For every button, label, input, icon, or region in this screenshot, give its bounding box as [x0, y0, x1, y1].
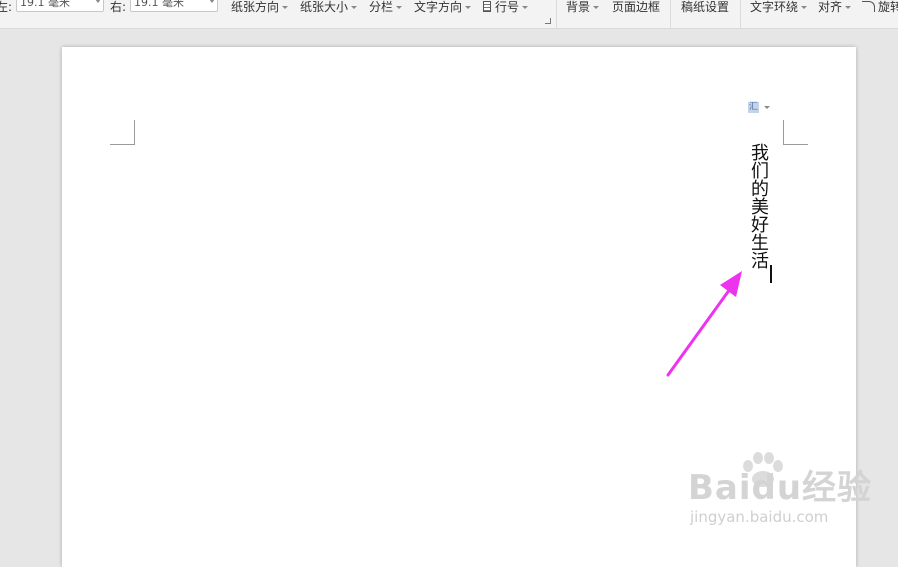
dropdown-caret-icon[interactable] [764, 106, 770, 109]
margin-left-input[interactable]: 19.1 毫米 [16, 0, 104, 12]
text-cursor [770, 265, 772, 283]
annotation-arrow-icon [666, 271, 742, 377]
vertical-text-content[interactable]: 我们的美好生活 [748, 143, 769, 269]
columns-label: 分栏 [369, 0, 394, 14]
dropdown-caret-icon [396, 6, 403, 9]
text-direction-button[interactable]: 文字方向 [414, 0, 472, 14]
page-borders-label: 页面边框 [612, 0, 661, 14]
margin-corner-mark-top-left [110, 120, 135, 145]
columns-button[interactable]: 分栏 [369, 0, 403, 14]
rotate-icon [862, 1, 875, 12]
dropdown-caret-icon [593, 6, 600, 9]
align-label: 对齐 [818, 0, 843, 14]
page-borders-button[interactable]: 页面边框 [612, 0, 660, 14]
toolbar-divider [740, 0, 741, 28]
baidu-jingyan-watermark: Baidu经验 jingyan.baidu.com [688, 452, 871, 532]
margin-right-input[interactable]: 19.1 毫米 [130, 0, 218, 12]
line-numbers-label: 行号 [495, 0, 520, 14]
align-button[interactable]: 对齐 [818, 0, 852, 14]
dropdown-caret-icon [465, 6, 472, 9]
manuscript-settings-button[interactable]: 稿纸设置 [681, 0, 729, 14]
orientation-button[interactable]: 纸张方向 [231, 0, 289, 14]
chevron-down-icon[interactable] [209, 0, 215, 3]
paper-size-label: 纸张大小 [300, 0, 349, 14]
paper-size-button[interactable]: 纸张大小 [300, 0, 358, 14]
background-button[interactable]: 背景 [566, 0, 600, 14]
rotate-label: 旋转 [878, 0, 898, 14]
background-label: 背景 [566, 0, 591, 14]
dropdown-caret-icon [522, 6, 529, 9]
dialog-launcher-icon[interactable] [545, 18, 551, 24]
margin-right-value: 19.1 毫米 [134, 0, 184, 9]
dropdown-caret-icon [845, 6, 852, 9]
watermark-url-text: jingyan.baidu.com [690, 508, 829, 526]
line-numbers-icon [483, 1, 491, 12]
toolbar-divider [556, 0, 557, 28]
line-numbers-button[interactable]: 行号 [483, 0, 529, 14]
margin-right-label: 右: [110, 0, 127, 14]
textbox-layout-icon: 汇 [748, 102, 759, 113]
toolbar-divider [670, 0, 671, 28]
margin-left-label: 左: [0, 0, 13, 14]
page-layout-toolbar: 左: 19.1 毫米 右: 19.1 毫米 纸张方向 纸张大小 分栏 文字方向 … [0, 0, 898, 29]
rotate-button[interactable]: 旋转 [862, 0, 898, 14]
dropdown-caret-icon [282, 6, 289, 9]
margin-left-value: 19.1 毫米 [20, 0, 70, 9]
dropdown-caret-icon [351, 6, 358, 9]
manuscript-settings-label: 稿纸设置 [681, 0, 730, 14]
text-wrap-button[interactable]: 文字环绕 [750, 0, 808, 14]
watermark-logo-text: Baidu经验 [688, 468, 873, 508]
chevron-down-icon[interactable] [95, 0, 101, 3]
dropdown-caret-icon [801, 6, 808, 9]
orientation-label: 纸张方向 [231, 0, 280, 14]
text-direction-label: 文字方向 [414, 0, 463, 14]
textbox-layout-handle[interactable]: 汇 [748, 102, 778, 116]
margin-corner-mark-top-right [783, 120, 808, 145]
text-wrap-label: 文字环绕 [750, 0, 799, 14]
